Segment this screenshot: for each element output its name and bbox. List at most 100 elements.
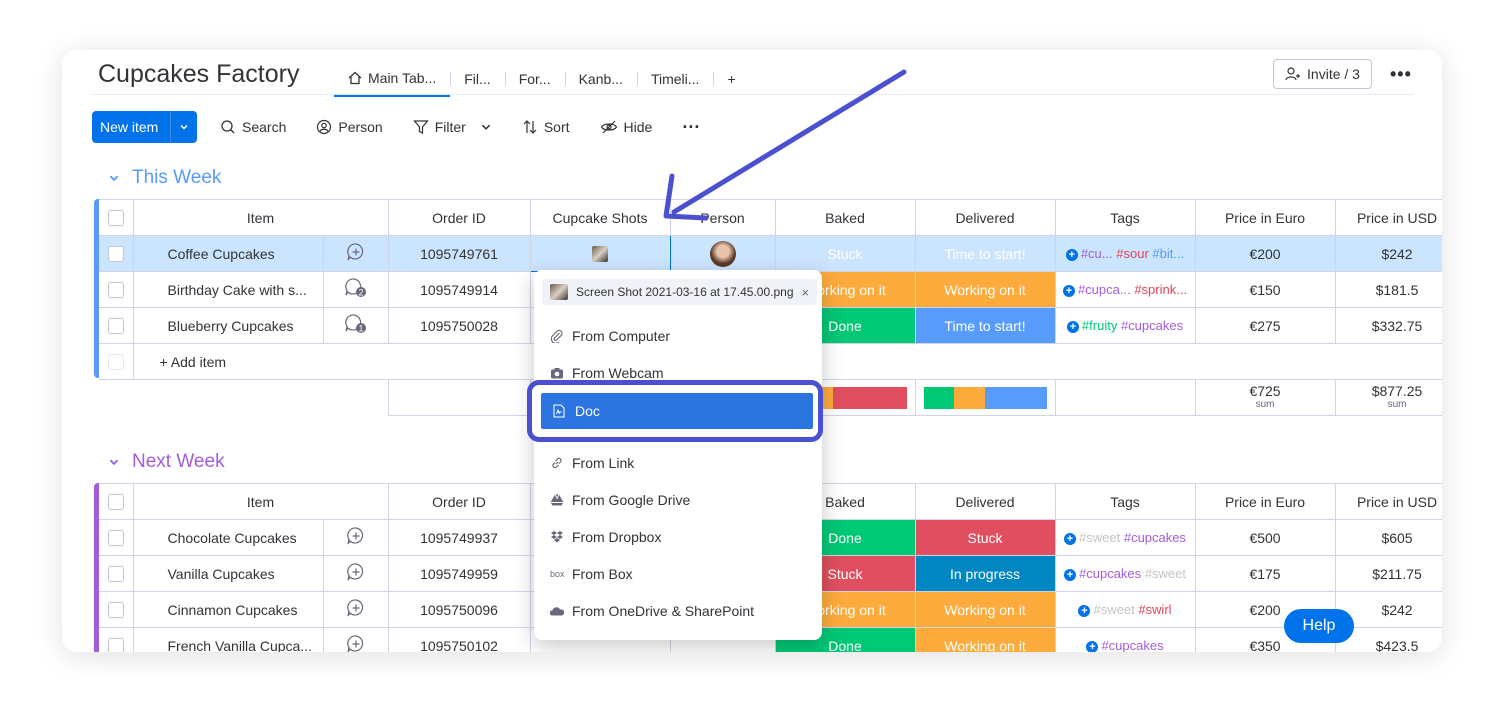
table-row[interactable]: Coffee Cupcakes 1095749761 Stuck Time to… [99, 235, 1442, 272]
row-checkbox[interactable] [99, 235, 134, 272]
person-filter-button[interactable]: Person [316, 119, 383, 135]
updates-icon[interactable]: 1 [323, 307, 389, 344]
file-cell[interactable] [529, 235, 671, 272]
tags-cell[interactable]: + #cupcakes #sweet [1055, 555, 1196, 592]
help-button[interactable]: Help [1284, 609, 1354, 643]
person-cell[interactable] [670, 235, 776, 272]
tags-cell[interactable]: + #fruity #cupcakes [1055, 307, 1196, 344]
add-update-icon[interactable] [323, 555, 389, 592]
tags-cell[interactable]: + #sweet #cupcakes [1055, 519, 1196, 556]
search-label: Search [242, 119, 287, 135]
column-header-item[interactable]: Item [133, 199, 389, 236]
item-name[interactable]: Birthday Cake with s... [133, 271, 324, 308]
add-tag-icon[interactable]: + [1086, 640, 1099, 652]
avatar[interactable] [709, 240, 736, 267]
item-name[interactable]: French Vanilla Cupca... [133, 627, 324, 652]
column-header-price-usd[interactable]: Price in USD [1335, 199, 1442, 236]
updates-icon[interactable]: 2 [323, 271, 389, 308]
chevron-down-icon[interactable] [108, 456, 120, 468]
tags-cell[interactable]: + #cupca... #sprink... [1055, 271, 1196, 308]
sum-value: €725 [1249, 382, 1281, 399]
row-checkbox[interactable] [99, 271, 134, 308]
column-header-tags[interactable]: Tags [1055, 483, 1196, 520]
add-tag-icon[interactable]: + [1062, 284, 1075, 297]
attached-file-chip[interactable]: Screen Shot 2021-03-16 at 17.45.00.png × [542, 279, 818, 305]
from-computer-option[interactable]: From Computer [550, 328, 670, 344]
from-webcam-option[interactable]: From Webcam [550, 365, 664, 381]
column-header-cupcake-shots[interactable]: Cupcake Shots [530, 199, 671, 236]
add-update-icon[interactable] [323, 235, 389, 272]
chevron-down-icon[interactable] [170, 111, 197, 143]
sort-button[interactable]: Sort [522, 119, 570, 135]
status-baked[interactable]: Stuck [775, 235, 916, 272]
select-all-checkbox[interactable] [99, 199, 134, 236]
item-name[interactable]: Chocolate Cupcakes [133, 519, 324, 556]
column-header-delivered[interactable]: Delivered [915, 483, 1056, 520]
column-header-order-id[interactable]: Order ID [388, 199, 531, 236]
column-header-order-id[interactable]: Order ID [388, 483, 531, 520]
tags-cell[interactable]: + #sweet #swirl [1055, 591, 1196, 628]
status-delivered[interactable]: Working on it [915, 591, 1056, 628]
item-name[interactable]: Cinnamon Cupcakes [133, 591, 324, 628]
row-checkbox[interactable] [99, 519, 134, 556]
tab-files[interactable]: Fil... [450, 62, 504, 96]
item-name[interactable]: Blueberry Cupcakes [133, 307, 324, 344]
image-thumbnail[interactable] [592, 246, 609, 263]
column-header-price-usd[interactable]: Price in USD [1335, 483, 1442, 520]
close-icon[interactable]: × [802, 285, 810, 300]
row-checkbox[interactable] [99, 627, 134, 652]
group-header-this-week[interactable]: This Week [108, 167, 221, 189]
column-header-item[interactable]: Item [133, 483, 389, 520]
invite-button[interactable]: Invite / 3 [1273, 59, 1372, 89]
order-id: 1095750096 [388, 591, 531, 628]
status-delivered[interactable]: In progress [915, 555, 1056, 592]
add-update-icon[interactable] [323, 519, 389, 556]
row-checkbox[interactable] [99, 591, 134, 628]
column-header-price-euro[interactable]: Price in Euro [1195, 483, 1336, 520]
add-update-icon[interactable] [323, 627, 389, 652]
add-tag-icon[interactable]: + [1065, 248, 1078, 261]
from-onedrive-option[interactable]: From OneDrive & SharePoint [550, 603, 754, 619]
row-checkbox[interactable] [99, 307, 134, 344]
board-title[interactable]: Cupcakes Factory [98, 60, 299, 89]
group-header-next-week[interactable]: Next Week [108, 451, 225, 473]
tab-form[interactable]: For... [504, 62, 565, 96]
add-tag-icon[interactable]: + [1064, 532, 1077, 545]
column-header-tags[interactable]: Tags [1055, 199, 1196, 236]
add-update-icon[interactable] [323, 591, 389, 628]
tab-kanban[interactable]: Kanb... [564, 62, 637, 96]
item-name[interactable]: Vanilla Cupcakes [133, 555, 324, 592]
doc-option[interactable]: Doc [541, 393, 813, 429]
sort-label: Sort [543, 119, 570, 135]
row-checkbox[interactable] [99, 555, 134, 592]
tags-cell[interactable]: + #cu... #sour #bit... [1055, 235, 1196, 272]
from-link-option[interactable]: From Link [550, 455, 634, 471]
select-all-checkbox[interactable] [99, 483, 134, 520]
filter-icon [412, 120, 429, 134]
column-header-price-euro[interactable]: Price in Euro [1195, 199, 1336, 236]
new-item-label: New item [100, 119, 159, 135]
add-tag-icon[interactable]: + [1066, 320, 1079, 333]
from-google-drive-option[interactable]: From Google Drive [550, 492, 690, 508]
filter-button[interactable]: Filter [412, 119, 492, 135]
from-box-option[interactable]: box From Box [550, 566, 633, 582]
status-delivered[interactable]: Stuck [915, 519, 1056, 556]
column-header-delivered[interactable]: Delivered [915, 199, 1056, 236]
tags-cell[interactable]: + #cupcakes [1055, 627, 1196, 652]
chevron-down-icon[interactable] [108, 172, 120, 184]
search-button[interactable]: Search [220, 119, 286, 135]
status-delivered[interactable]: Working on it [915, 627, 1056, 652]
add-tag-icon[interactable]: + [1078, 604, 1091, 617]
status-delivered[interactable]: Time to start! [915, 307, 1056, 344]
board-menu-icon[interactable]: ••• [1390, 64, 1412, 85]
add-item-input[interactable]: + Add item [133, 343, 531, 380]
eye-off-icon [600, 120, 617, 134]
from-dropbox-option[interactable]: From Dropbox [550, 529, 661, 545]
item-name[interactable]: Coffee Cupcakes [133, 235, 324, 272]
tab-main-table[interactable]: Main Tab... [334, 61, 451, 97]
status-delivered[interactable]: Time to start! [915, 235, 1056, 272]
add-tag-icon[interactable]: + [1064, 568, 1077, 581]
new-item-button[interactable]: New item [92, 111, 197, 143]
hide-button[interactable]: Hide [600, 119, 652, 135]
status-delivered[interactable]: Working on it [915, 271, 1056, 308]
